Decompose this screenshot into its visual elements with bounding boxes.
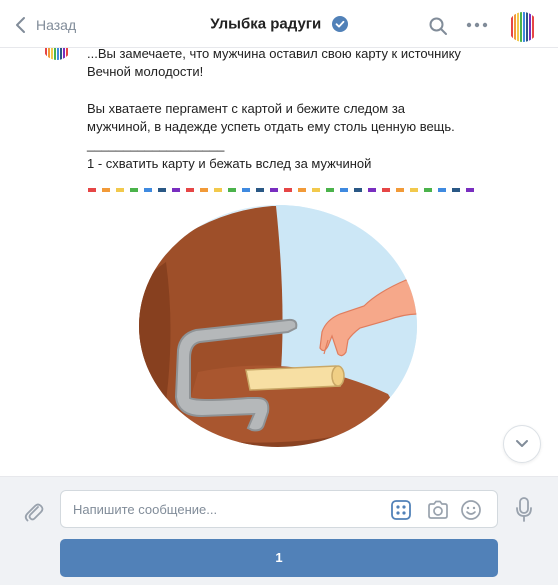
chevron-left-icon [16, 17, 25, 33]
message-input[interactable] [73, 491, 373, 527]
community-avatar[interactable] [508, 12, 538, 42]
divider-dash [88, 188, 96, 192]
rainbow-stripes-logo [508, 12, 538, 42]
camera-icon[interactable] [427, 500, 449, 520]
rainbow-stripes-logo [42, 48, 72, 60]
sender-avatar[interactable] [42, 48, 72, 60]
divider-dash [368, 188, 376, 192]
divider-dash [438, 188, 446, 192]
divider-dash [102, 188, 110, 192]
divider-dash [228, 188, 236, 192]
divider-dash [242, 188, 250, 192]
divider-dash [312, 188, 320, 192]
search-icon[interactable] [428, 16, 448, 36]
divider-dash [214, 188, 222, 192]
divider-dash [130, 188, 138, 192]
bot-keyboard-icon[interactable] [391, 500, 411, 520]
divider-dash [340, 188, 348, 192]
divider-dash [116, 188, 124, 192]
verified-check-icon [331, 15, 348, 32]
emoji-smile-icon[interactable] [460, 499, 482, 521]
message-composer: 1 [0, 476, 558, 585]
rainbow-dash-divider [88, 188, 474, 192]
divider-dash [354, 188, 362, 192]
back-label: Назад [36, 17, 77, 33]
divider-dash [158, 188, 166, 192]
message-text: ...Вы замечаете, что мужчина оставил сво… [87, 48, 461, 171]
divider-dash [172, 188, 180, 192]
divider-dash [382, 188, 390, 192]
divider-dash [186, 188, 194, 192]
divider-dash [256, 188, 264, 192]
divider-dash [452, 188, 460, 192]
message-input-box[interactable] [60, 490, 498, 528]
divider-dash [326, 188, 334, 192]
divider-dash [424, 188, 432, 192]
chevron-down-icon [516, 440, 528, 447]
back-button[interactable]: Назад [14, 14, 76, 36]
divider-dash [200, 188, 208, 192]
chat-title: Улыбка радуги [210, 15, 322, 33]
more-dots-icon[interactable] [466, 18, 488, 32]
divider-dash [410, 188, 418, 192]
divider-dash [144, 188, 152, 192]
divider-dash [298, 188, 306, 192]
microphone-icon[interactable] [515, 497, 533, 523]
divider-dash [396, 188, 404, 192]
attach-paperclip-icon[interactable] [22, 499, 44, 523]
divider-dash [270, 188, 278, 192]
divider-dash [466, 188, 474, 192]
keyboard-option-button[interactable]: 1 [60, 539, 498, 577]
scroll-down-button[interactable] [503, 425, 541, 463]
divider-dash [284, 188, 292, 192]
chair-illustration [139, 205, 417, 447]
chat-header: Назад Улыбка радуги [0, 0, 558, 48]
message-feed[interactable]: ...Вы замечаете, что мужчина оставил сво… [0, 48, 558, 476]
